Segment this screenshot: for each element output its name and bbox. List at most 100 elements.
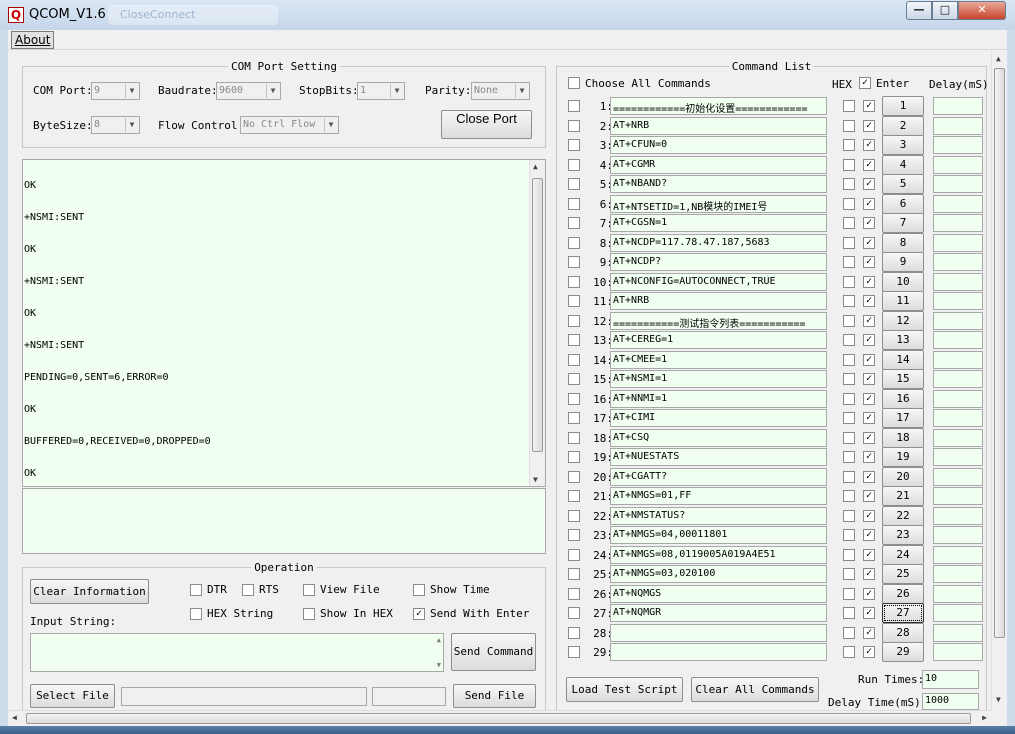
command-text-field[interactable]: AT+NMSTATUS? <box>610 506 827 525</box>
command-hex-checkbox[interactable] <box>843 490 855 502</box>
command-enter-checkbox[interactable]: ✓ <box>863 607 875 619</box>
scroll-right-icon[interactable]: ▶ <box>982 713 987 722</box>
command-hex-checkbox[interactable] <box>843 217 855 229</box>
command-select-checkbox[interactable] <box>568 607 580 619</box>
command-send-button[interactable]: 22 <box>882 505 924 526</box>
command-delay-field[interactable] <box>933 292 983 310</box>
clear-all-commands-button[interactable]: Clear All Commands <box>691 677 819 702</box>
command-text-field[interactable]: AT+NCDP=117.78.47.187,5683 <box>610 233 827 252</box>
command-text-field[interactable]: AT+NBAND? <box>610 175 827 193</box>
command-enter-checkbox[interactable]: ✓ <box>863 256 875 268</box>
command-send-button[interactable]: 9 <box>882 252 924 272</box>
command-hex-checkbox[interactable] <box>843 158 855 171</box>
command-hex-checkbox[interactable] <box>843 256 855 268</box>
command-hex-checkbox[interactable] <box>843 295 855 307</box>
choose-all-checkbox[interactable] <box>568 77 580 89</box>
command-select-checkbox[interactable] <box>568 431 580 444</box>
window-horizontal-scrollbar[interactable]: ◀ ▶ <box>8 710 991 726</box>
command-send-button[interactable]: 26 <box>882 583 924 604</box>
command-select-checkbox[interactable] <box>568 158 580 171</box>
command-delay-field[interactable] <box>933 350 983 369</box>
command-select-checkbox[interactable] <box>568 217 580 229</box>
command-select-checkbox[interactable] <box>568 275 580 288</box>
command-enter-checkbox[interactable]: ✓ <box>863 451 875 463</box>
send-command-button[interactable]: Send Command <box>451 633 536 671</box>
command-delay-field[interactable] <box>933 565 983 583</box>
com-port-select[interactable]: 9 ▼ <box>91 82 140 100</box>
menu-about[interactable]: About <box>11 31 55 49</box>
command-enter-checkbox[interactable]: ✓ <box>863 334 875 346</box>
command-select-checkbox[interactable] <box>568 353 580 366</box>
maximize-button[interactable]: □ <box>932 1 958 20</box>
command-text-field[interactable]: ===========测试指令列表=========== <box>610 311 827 330</box>
command-text-field[interactable] <box>610 643 827 661</box>
receive-scrollbar[interactable]: ▲ ▼ <box>529 160 545 486</box>
command-delay-field[interactable] <box>933 487 983 505</box>
command-delay-field[interactable] <box>933 370 983 388</box>
command-text-field[interactable] <box>610 623 827 642</box>
command-send-button[interactable]: 18 <box>882 427 924 448</box>
minimize-button[interactable]: — <box>906 1 932 20</box>
bytesize-select[interactable]: 8 ▼ <box>91 116 140 134</box>
command-delay-field[interactable] <box>933 526 983 544</box>
command-text-field[interactable]: AT+NCDP? <box>610 253 827 271</box>
window-vertical-scrollbar[interactable]: ▲ ▼ <box>991 50 1007 710</box>
command-send-button[interactable]: 27 <box>882 603 924 623</box>
command-text-field[interactable]: AT+NCONFIG=AUTOCONNECT,TRUE <box>610 272 827 291</box>
scroll-down-icon[interactable]: ▼ <box>533 475 538 484</box>
scroll-down-icon[interactable]: ▼ <box>437 661 441 669</box>
command-enter-checkbox[interactable]: ✓ <box>863 470 875 483</box>
command-enter-checkbox[interactable]: ✓ <box>863 529 875 541</box>
command-text-field[interactable]: AT+CEREG=1 <box>610 331 827 349</box>
command-delay-field[interactable] <box>933 389 983 408</box>
command-select-checkbox[interactable] <box>568 548 580 561</box>
command-hex-checkbox[interactable] <box>843 626 855 639</box>
command-enter-checkbox[interactable]: ✓ <box>863 158 875 171</box>
command-delay-field[interactable] <box>933 467 983 486</box>
command-hex-checkbox[interactable] <box>843 529 855 541</box>
command-delay-field[interactable] <box>933 623 983 642</box>
scroll-thumb[interactable] <box>994 68 1005 638</box>
command-delay-field[interactable] <box>933 604 983 622</box>
command-text-field[interactable]: AT+NTSETID=1,NB模块的IMEI号 <box>610 194 827 213</box>
command-send-button[interactable]: 14 <box>882 349 924 370</box>
command-send-button[interactable]: 13 <box>882 330 924 350</box>
command-select-checkbox[interactable] <box>568 392 580 405</box>
command-hex-checkbox[interactable] <box>843 197 855 210</box>
command-delay-field[interactable] <box>933 155 983 174</box>
command-text-field[interactable]: AT+NQMGS <box>610 584 827 603</box>
command-select-checkbox[interactable] <box>568 529 580 541</box>
command-send-button[interactable]: 25 <box>882 564 924 584</box>
command-send-button[interactable]: 28 <box>882 622 924 643</box>
dtr-checkbox[interactable] <box>190 584 202 596</box>
command-select-checkbox[interactable] <box>568 139 580 151</box>
command-text-field[interactable]: AT+NSMI=1 <box>610 370 827 388</box>
command-delay-field[interactable] <box>933 233 983 252</box>
command-enter-checkbox[interactable]: ✓ <box>863 509 875 522</box>
command-select-checkbox[interactable] <box>568 646 580 658</box>
command-hex-checkbox[interactable] <box>843 451 855 463</box>
command-hex-checkbox[interactable] <box>843 373 855 385</box>
show-in-hex-checkbox[interactable] <box>303 608 315 620</box>
command-enter-checkbox[interactable]: ✓ <box>863 295 875 307</box>
command-delay-field[interactable] <box>933 506 983 525</box>
command-text-field[interactable]: AT+NRB <box>610 116 827 135</box>
receive-area[interactable]: OK +NSMI:SENT OK +NSMI:SENT OK +NSMI:SENT PEND… <box>22 159 546 487</box>
command-send-button[interactable]: 23 <box>882 525 924 545</box>
command-hex-checkbox[interactable] <box>843 470 855 483</box>
command-enter-checkbox[interactable]: ✓ <box>863 217 875 229</box>
command-select-checkbox[interactable] <box>568 412 580 424</box>
show-time-checkbox[interactable] <box>413 584 425 596</box>
command-text-field[interactable]: ============初始化设置============ <box>610 97 827 115</box>
command-delay-field[interactable] <box>933 194 983 213</box>
command-select-checkbox[interactable] <box>568 490 580 502</box>
command-select-checkbox[interactable] <box>568 178 580 190</box>
horizontal-scroll-thumb[interactable] <box>26 713 971 724</box>
command-send-button[interactable]: 21 <box>882 486 924 506</box>
command-text-field[interactable]: AT+CMEE=1 <box>610 350 827 369</box>
command-text-field[interactable]: AT+CGATT? <box>610 467 827 486</box>
command-enter-checkbox[interactable]: ✓ <box>863 139 875 151</box>
delay-time-field[interactable]: 1000 <box>922 693 979 710</box>
command-hex-checkbox[interactable] <box>843 236 855 249</box>
command-send-button[interactable]: 17 <box>882 408 924 428</box>
